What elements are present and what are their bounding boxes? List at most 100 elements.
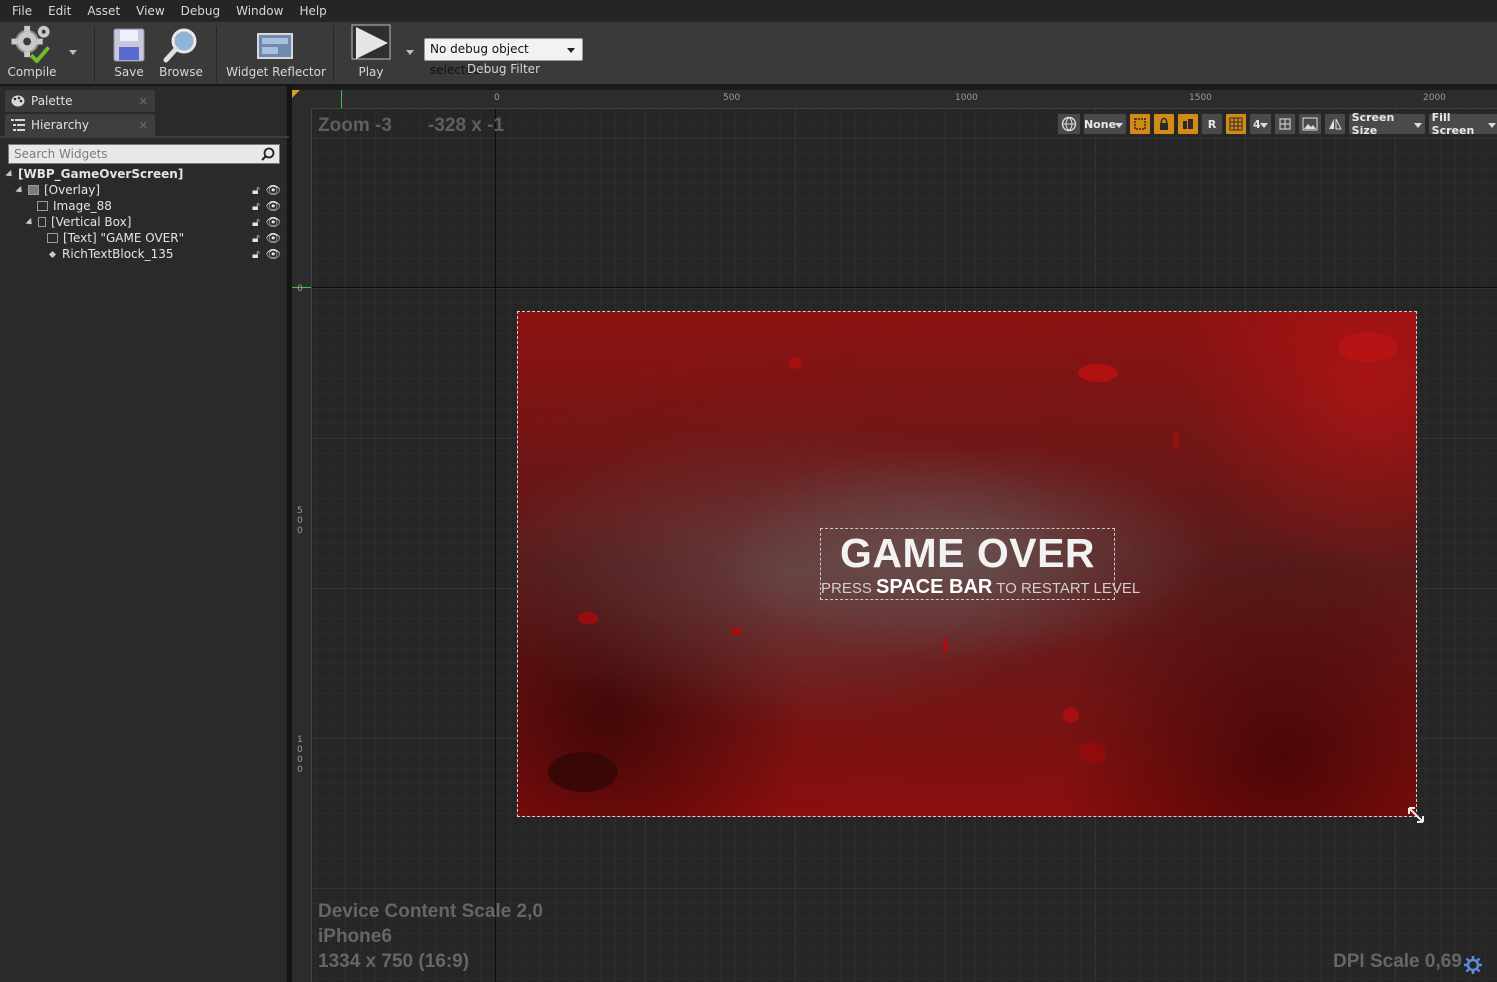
- widget-preview-area[interactable]: GAME OVER PRESS SPACE BAR TO RESTART LEV…: [517, 311, 1417, 817]
- cursor-coordinates: -328 x -1: [428, 115, 505, 136]
- tree-item-vertical-box[interactable]: [Vertical Box] 🔓︎ 👁︎: [0, 214, 289, 230]
- tree-item-overlay[interactable]: [Overlay] 🔓︎ 👁︎: [0, 182, 289, 198]
- mirror-toggle-button[interactable]: [1323, 113, 1346, 135]
- widget-reflector-icon: [257, 33, 293, 59]
- resize-handle-icon[interactable]: [1407, 806, 1425, 824]
- menu-help[interactable]: Help: [291, 0, 334, 22]
- lock-toggle-button[interactable]: [1153, 113, 1175, 135]
- game-over-title[interactable]: GAME OVER: [821, 530, 1114, 576]
- tree-item-text[interactable]: [Text] "GAME OVER" 🔓︎ 👁︎: [0, 230, 289, 246]
- menu-bar: File Edit Asset View Debug Window Help: [0, 0, 1497, 22]
- grid-icon: [1229, 117, 1243, 131]
- tree-item-label: Image_88: [53, 199, 112, 213]
- mirror-icon: [1328, 118, 1342, 130]
- browse-magnifier-icon: [163, 28, 197, 63]
- visibility-eye-icon[interactable]: 👁︎: [266, 199, 281, 214]
- save-button[interactable]: Save: [108, 22, 150, 84]
- dpi-settings-gear-icon[interactable]: [1464, 956, 1482, 974]
- widget-reflector-button[interactable]: Widget Reflector: [226, 22, 326, 84]
- rich-text-restart-prompt[interactable]: PRESS SPACE BAR TO RESTART LEVEL: [821, 576, 1140, 600]
- play-label: Play: [358, 65, 384, 79]
- blood-splatter: [1338, 332, 1398, 362]
- menu-asset[interactable]: Asset: [79, 0, 128, 22]
- blood-splatter: [1063, 707, 1079, 723]
- flow-direction-label: None: [1083, 117, 1117, 131]
- vertical-box-selection[interactable]: GAME OVER PRESS SPACE BAR TO RESTART LEV…: [820, 528, 1140, 600]
- close-icon[interactable]: ✕: [139, 95, 148, 108]
- visibility-eye-icon[interactable]: 👁︎: [266, 231, 281, 246]
- device-content-scale: Device Content Scale 2,0: [318, 901, 543, 922]
- visibility-eye-icon[interactable]: 👁︎: [266, 215, 281, 230]
- expand-arrow-icon[interactable]: [15, 185, 25, 195]
- zoom-to-fit-button[interactable]: [1273, 113, 1296, 135]
- design-canvas[interactable]: Zoom -3 -328 x -1 None R 4 Screen Size F…: [312, 109, 1497, 982]
- tab-hierarchy[interactable]: Hierarchy ✕: [5, 114, 155, 136]
- close-icon[interactable]: ✕: [139, 119, 148, 132]
- overlay-icon: [28, 185, 39, 195]
- chevron-down-icon: [567, 48, 575, 53]
- restart-prefix: PRESS: [821, 580, 872, 597]
- ruler-top[interactable]: 0 500 1000 1500 2000: [312, 90, 1497, 109]
- toolbar-divider: [333, 26, 334, 82]
- tab-strip-divider: [0, 136, 289, 138]
- expand-arrow-icon[interactable]: [5, 169, 15, 179]
- menu-edit[interactable]: Edit: [40, 0, 79, 22]
- tree-item-rich-text[interactable]: RichTextBlock_135 🔓︎ 👁︎: [0, 246, 289, 262]
- expand-arrow-icon[interactable]: [25, 217, 35, 227]
- unlock-icon[interactable]: 🔓︎: [252, 231, 260, 246]
- r-label: R: [1207, 117, 1217, 131]
- background-image-button[interactable]: [1297, 113, 1322, 135]
- visibility-eye-icon[interactable]: 👁︎: [266, 183, 281, 198]
- image-icon: [37, 201, 48, 211]
- unlock-icon[interactable]: 🔓︎: [252, 199, 260, 214]
- visibility-eye-icon[interactable]: 👁︎: [266, 247, 281, 262]
- blood-splatter: [1173, 432, 1179, 450]
- flow-direction-dropdown[interactable]: None: [1083, 113, 1127, 135]
- tree-item-root[interactable]: [WBP_GameOverScreen]: [0, 166, 289, 182]
- designer-viewport: 0 500 1000 1500 2000 0 5 0 0 1 0 0 0 Zoo…: [292, 86, 1497, 982]
- screen-size-dropdown[interactable]: Screen Size: [1347, 111, 1426, 137]
- tree-item-label: [Vertical Box]: [51, 215, 132, 229]
- rich-text-icon: [48, 250, 57, 258]
- unlock-icon[interactable]: 🔓︎: [252, 183, 260, 198]
- tree-item-image[interactable]: Image_88 🔓︎ 👁︎: [0, 198, 289, 214]
- toolbar-divider: [94, 26, 95, 82]
- respect-locks-button[interactable]: [1177, 113, 1199, 135]
- grid-snap-size-dropdown[interactable]: 4: [1249, 113, 1272, 135]
- grid-snap-toggle-button[interactable]: [1225, 113, 1247, 135]
- ruler-top-label: 500: [723, 93, 741, 103]
- y-axis-line: [495, 109, 496, 982]
- blood-splatter: [731, 627, 741, 635]
- menu-debug[interactable]: Debug: [173, 0, 228, 22]
- search-icon[interactable]: [261, 147, 275, 161]
- outline-toggle-button[interactable]: [1129, 113, 1151, 135]
- debug-object-select[interactable]: No debug object selected: [424, 38, 583, 77]
- tab-hierarchy-label: Hierarchy: [31, 118, 90, 132]
- compile-button[interactable]: Compile: [4, 22, 60, 84]
- debug-filter-label: Debug Filter: [467, 62, 540, 76]
- blood-splatter: [788, 357, 802, 369]
- localization-globe-button[interactable]: [1057, 113, 1081, 135]
- unlock-icon[interactable]: 🔓︎: [252, 247, 260, 262]
- play-options-chevron-down-icon[interactable]: [406, 50, 414, 55]
- browse-label: Browse: [159, 65, 203, 79]
- play-button[interactable]: Play: [345, 22, 397, 84]
- fill-screen-dropdown[interactable]: Fill Screen: [1427, 111, 1497, 137]
- tree-item-label: [Overlay]: [44, 183, 101, 197]
- tree-item-label: [Text] "GAME OVER": [63, 231, 185, 245]
- unlock-icon[interactable]: 🔓︎: [252, 215, 260, 230]
- browse-button[interactable]: Browse: [158, 22, 204, 84]
- menu-window[interactable]: Window: [228, 0, 291, 22]
- tab-palette[interactable]: Palette ✕: [5, 90, 155, 112]
- transform-mode-r-button[interactable]: R: [1201, 113, 1223, 135]
- menu-file[interactable]: File: [4, 0, 40, 22]
- menu-view[interactable]: View: [128, 0, 172, 22]
- save-icon: [113, 28, 145, 62]
- blood-splatter: [1078, 364, 1118, 382]
- restart-suffix: TO RESTART LEVEL: [996, 580, 1141, 597]
- search-widgets-input[interactable]: Search Widgets: [8, 144, 280, 164]
- image-icon: [1302, 117, 1318, 131]
- tab-palette-label: Palette: [31, 94, 73, 108]
- ruler-left[interactable]: 0 5 0 0 1 0 0 0: [292, 109, 312, 982]
- compile-options-chevron-down-icon[interactable]: [69, 50, 77, 55]
